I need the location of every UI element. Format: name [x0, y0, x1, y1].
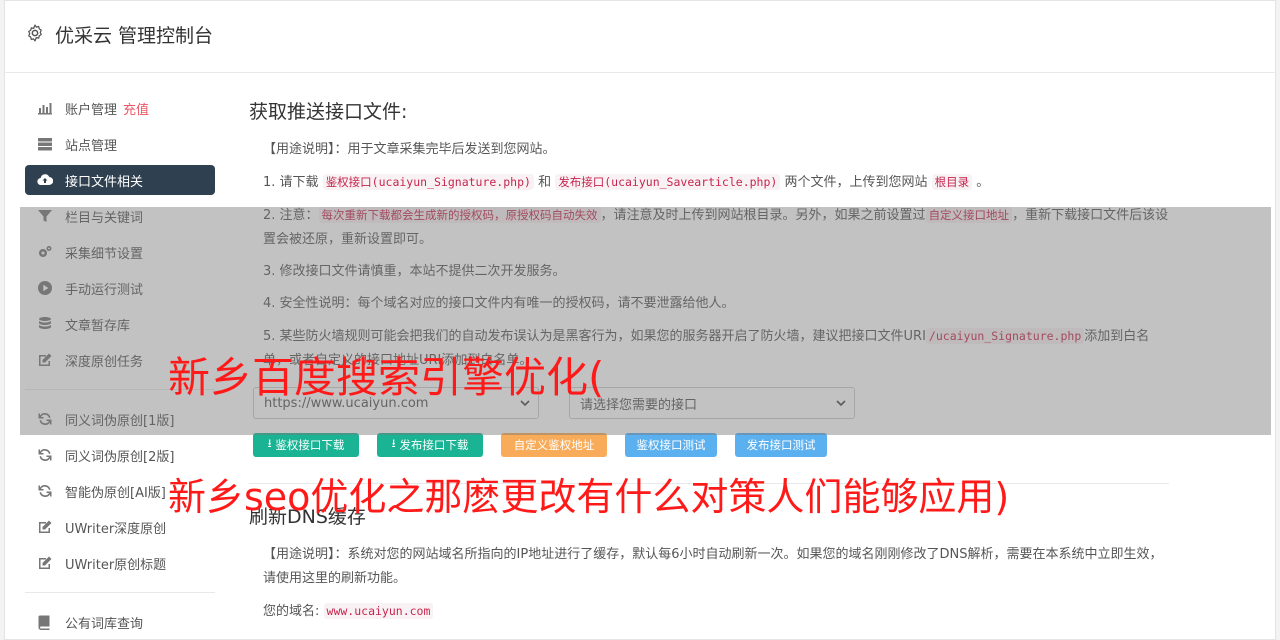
custom-auth-url-button[interactable]: 自定义鉴权地址 [501, 433, 607, 457]
edit-icon [37, 555, 53, 571]
root-dir-code: 根目录 [931, 174, 973, 190]
sidebar-divider [25, 592, 215, 593]
test-signature-button[interactable]: 鉴权接口测试 [625, 433, 717, 457]
page-title: 优采云 管理控制台 [55, 25, 214, 47]
step-text: 1. 请下载 [263, 175, 319, 190]
bar-chart-icon [37, 100, 53, 116]
button-label: 发布接口测试 [746, 438, 816, 452]
step-1: 1. 请下载 鉴权接口(ucaiyun_Signature.php) 和 发布接… [249, 170, 1169, 195]
sidebar-item-label: 接口文件相关 [65, 174, 144, 190]
buttons-row: ⭳ 鉴权接口下载 ⭳ 发布接口下载 自定义鉴权地址 鉴权接口测试 发布接口测试 [253, 433, 1169, 457]
sidebar-item-label: 公有词库查询 [65, 616, 144, 632]
sidebar-item-label: 账户管理 [65, 102, 118, 118]
usage-note: 【用途说明】：用于文章采集完毕后发送到您网站。 [249, 138, 1169, 162]
domain-row: 您的域名: www.ucaiyun.com [249, 599, 1169, 624]
download-signature-button[interactable]: ⭳ 鉴权接口下载 [253, 433, 359, 457]
signature-file-code: 鉴权接口(ucaiyun_Signature.php) [322, 174, 534, 190]
sidebar-item-account[interactable]: 账户管理 充值 [25, 93, 215, 123]
sidebar-item-label: UWriter深度原创 [65, 521, 167, 537]
section-title-interface: 获取推送接口文件: [249, 101, 408, 123]
console-frame: 优采云 管理控制台 账户管理 充值 站点管理 接口文件相关 栏目与关键词 采集细… [4, 0, 1276, 640]
test-publish-button[interactable]: 发布接口测试 [735, 433, 827, 457]
sidebar-item-label: 站点管理 [65, 138, 118, 154]
step-text: 和 [538, 175, 552, 190]
sidebar-item-uwriter-title[interactable]: UWriter原创标题 [25, 548, 215, 578]
domain-value: www.ucaiyun.com [323, 603, 434, 619]
sidebar-item-label: 智能伪原创[AI版] [65, 485, 166, 501]
refresh-icon [37, 447, 53, 463]
edit-icon [37, 519, 53, 535]
refresh-icon [37, 483, 53, 499]
button-label: 鉴权接口下载 [275, 438, 345, 452]
download-icon: ⭳ [267, 435, 276, 450]
step-text: 两个文件，上传到您网站 [784, 175, 928, 190]
recharge-link[interactable]: 充值 [123, 99, 149, 118]
usage-text: ：用于文章采集完毕后发送到您网站。 [334, 142, 556, 157]
server-icon [37, 136, 53, 152]
savearticle-file-code: 发布接口(ucaiyun_Savearticle.php) [555, 174, 781, 190]
download-publish-button[interactable]: ⭳ 发布接口下载 [377, 433, 483, 457]
domain-label: 您的域名: [263, 604, 320, 619]
usage-label: 【用途说明】 [263, 142, 335, 157]
sidebar-item-sites[interactable]: 站点管理 [25, 129, 215, 159]
sidebar-item-label: 同义词伪原创[2版] [65, 449, 175, 465]
dns-usage-note: 【用途说明】：系统对您的网站域名所指向的IP地址进行了缓存，默认每6小时自动刷新… [249, 543, 1169, 591]
button-label: 鉴权接口测试 [636, 438, 706, 452]
usage-label: 【用途说明】 [263, 547, 335, 562]
book-icon [37, 614, 53, 630]
overlay-headline-1: 新乡百度搜索引擎优化( [168, 353, 605, 402]
overlay-headline-2: 新乡seo优化之那麽更改有什么对策人们能够应用) [168, 475, 1010, 519]
button-label: 自定义鉴权地址 [513, 438, 595, 452]
sidebar-item-label: UWriter原创标题 [65, 557, 167, 573]
usage-text: ：系统对您的网站域名所指向的IP地址进行了缓存，默认每6小时自动刷新一次。如果您… [263, 547, 1163, 586]
page-header: 优采云 管理控制台 [5, 1, 1275, 73]
button-label: 发布接口下载 [399, 438, 469, 452]
sidebar-item-public-lexicon[interactable]: 公有词库查询 [25, 607, 215, 637]
sidebar-item-interface-files[interactable]: 接口文件相关 [25, 165, 215, 195]
download-icon: ⭳ [391, 435, 400, 450]
step-text: 。 [976, 175, 990, 190]
cloud-upload-icon [37, 172, 53, 188]
gear-icon [28, 24, 42, 42]
